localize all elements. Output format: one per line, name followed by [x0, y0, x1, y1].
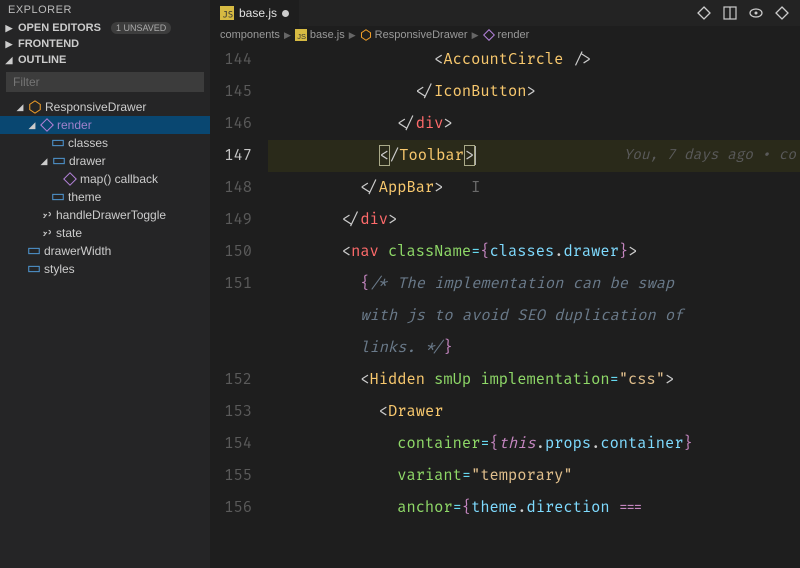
breadcrumb-class[interactable]: ResponsiveDrawer	[360, 29, 468, 41]
class-icon	[28, 100, 42, 114]
line-number: 149	[210, 204, 252, 236]
preview-icon[interactable]	[748, 5, 764, 21]
tree-label: styles	[44, 262, 75, 276]
breadcrumb-file-label: base.js	[310, 29, 345, 41]
property-icon	[39, 208, 53, 222]
line-number: 145	[210, 76, 252, 108]
unsaved-badge: 1 UNSAVED	[111, 22, 171, 34]
line-number: 144	[210, 44, 252, 76]
line-number: 152	[210, 364, 252, 396]
breadcrumb-folder[interactable]: components	[220, 29, 280, 41]
tree-label: classes	[68, 136, 108, 150]
line-number: 156	[210, 492, 252, 524]
split-editor-icon[interactable]	[722, 5, 738, 21]
tree-label: theme	[68, 190, 101, 204]
tree-label: drawerWidth	[44, 244, 111, 258]
tree-label: drawer	[69, 154, 106, 168]
line-number-gutter: 144 145 146 147 148 149 150 151 152 153 …	[210, 44, 268, 568]
line-number: 154	[210, 428, 252, 460]
variable-icon	[27, 244, 41, 258]
svg-text:JS: JS	[297, 32, 306, 41]
outline-item-styles[interactable]: styles	[0, 260, 210, 278]
line-number: 146	[210, 108, 252, 140]
breadcrumb-method-label: render	[498, 29, 530, 41]
outline-item-classes[interactable]: classes	[0, 134, 210, 152]
breadcrumb-class-label: ResponsiveDrawer	[375, 29, 468, 41]
class-icon	[360, 29, 372, 41]
variable-icon	[51, 136, 65, 150]
line-number: 147	[210, 140, 252, 172]
code-content[interactable]: <AccountCircle /> </IconButton> </div> <…	[268, 44, 800, 568]
js-file-icon: JS	[220, 6, 234, 20]
chevron-down-icon: ◢	[15, 102, 25, 113]
js-file-icon: JS	[295, 29, 307, 41]
git-blame-annotation: You, 7 days ago • co	[624, 140, 800, 172]
outline-item-drawer[interactable]: ◢ drawer	[0, 152, 210, 170]
open-editors-section[interactable]: ▶ OPEN EDITORS 1 UNSAVED	[0, 20, 210, 36]
method-icon	[483, 29, 495, 41]
frontend-label: FRONTEND	[18, 38, 79, 50]
editor-actions	[696, 5, 800, 21]
outline-item-theme[interactable]: theme	[0, 188, 210, 206]
breadcrumb-file[interactable]: JS base.js	[295, 29, 345, 41]
line-number: 151	[210, 268, 252, 300]
breadcrumb-method[interactable]: render	[483, 29, 530, 41]
tree-label: map() callback	[80, 172, 158, 186]
variable-icon	[51, 190, 65, 204]
chevron-down-icon: ◢	[39, 156, 49, 167]
chevron-down-icon: ◢	[27, 120, 37, 131]
outline-item-handledrawertoggle[interactable]: handleDrawerToggle	[0, 206, 210, 224]
outline-item-state[interactable]: state	[0, 224, 210, 242]
method-icon	[63, 172, 77, 186]
outline-tree: ◢ ResponsiveDrawer ◢ render classes ◢ dr…	[0, 96, 210, 280]
line-number: 155	[210, 460, 252, 492]
chevron-right-icon: ▶	[4, 23, 14, 34]
tree-label: render	[57, 118, 92, 132]
outline-filter-input[interactable]	[6, 72, 204, 92]
tree-label: ResponsiveDrawer	[45, 100, 146, 114]
more-icon[interactable]	[774, 5, 790, 21]
outline-item-mapcb[interactable]: map() callback	[0, 170, 210, 188]
property-icon	[39, 226, 53, 240]
line-number: 148	[210, 172, 252, 204]
frontend-section[interactable]: ▶ FRONTEND	[0, 36, 210, 52]
code-editor[interactable]: 144 145 146 147 148 149 150 151 152 153 …	[210, 44, 800, 568]
outline-item-drawerwidth[interactable]: drawerWidth	[0, 242, 210, 260]
outline-item-responsivedrawer[interactable]: ◢ ResponsiveDrawer	[0, 98, 210, 116]
chevron-right-icon: ▶	[284, 30, 291, 41]
outline-item-render[interactable]: ◢ render	[0, 116, 210, 134]
line-number: 153	[210, 396, 252, 428]
tree-label: handleDrawerToggle	[56, 208, 166, 222]
chevron-right-icon: ▶	[472, 30, 479, 41]
variable-icon	[27, 262, 41, 276]
line-number: 150	[210, 236, 252, 268]
variable-icon	[52, 154, 66, 168]
tab-base-js[interactable]: JS base.js	[210, 0, 299, 26]
explorer-title: EXPLORER	[0, 0, 210, 20]
tab-filename: base.js	[239, 6, 277, 20]
editor-group: JS base.js components ▶ JS base.js ▶ Res…	[210, 0, 800, 568]
dirty-indicator-icon	[282, 10, 289, 17]
tree-label: state	[56, 226, 82, 240]
method-icon	[40, 118, 54, 132]
open-editors-label: OPEN EDITORS	[18, 22, 101, 34]
outline-label: OUTLINE	[18, 54, 66, 66]
chevron-right-icon: ▶	[4, 39, 14, 50]
line-number	[210, 300, 252, 332]
diamond-icon[interactable]	[696, 5, 712, 21]
line-number	[210, 332, 252, 364]
outline-section[interactable]: ◢ OUTLINE	[0, 52, 210, 68]
explorer-sidebar: EXPLORER ▶ OPEN EDITORS 1 UNSAVED ▶ FRON…	[0, 0, 210, 568]
svg-text:JS: JS	[223, 10, 234, 20]
breadcrumbs[interactable]: components ▶ JS base.js ▶ ResponsiveDraw…	[210, 26, 800, 44]
chevron-down-icon: ◢	[4, 55, 14, 66]
tab-bar: JS base.js	[210, 0, 800, 26]
chevron-right-icon: ▶	[349, 30, 356, 41]
